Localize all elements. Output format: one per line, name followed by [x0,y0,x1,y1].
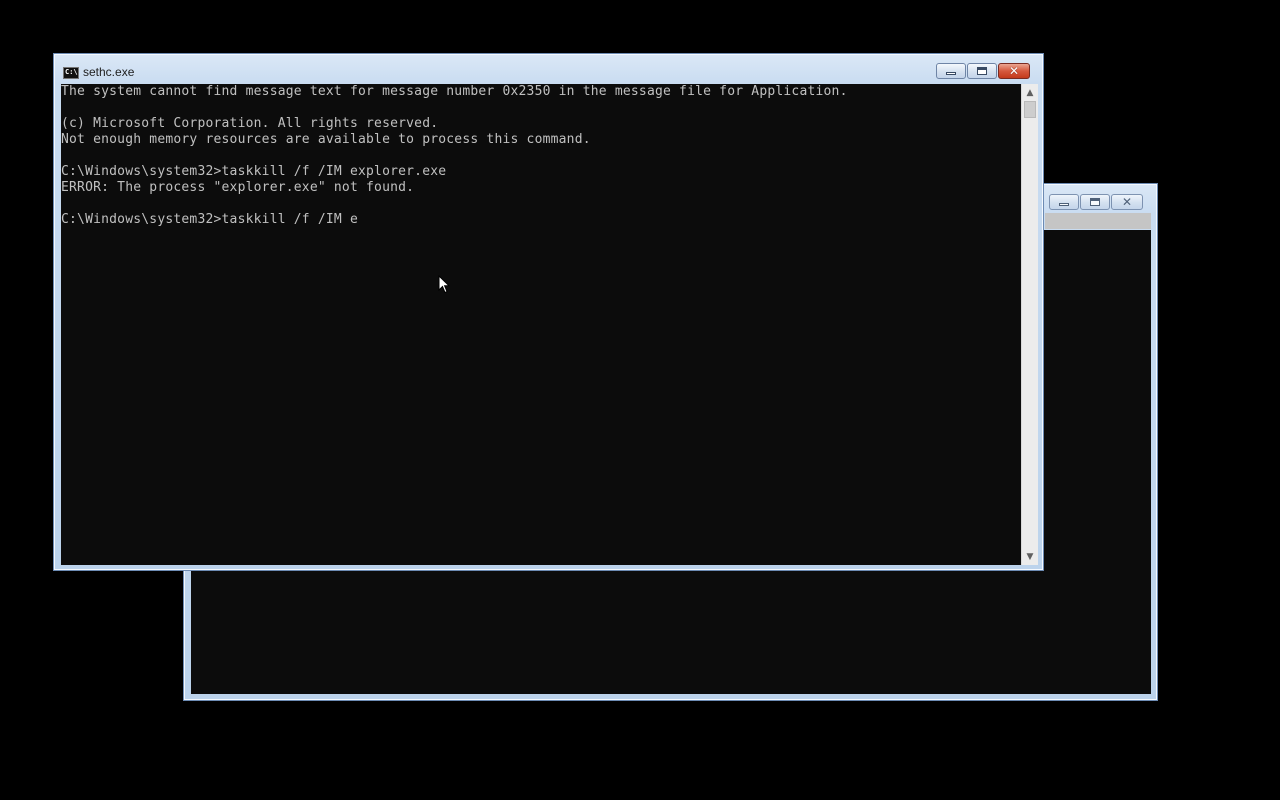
background-close-button[interactable]: ✕ [1111,194,1143,210]
maximize-icon [1090,198,1100,206]
mouse-pointer-icon [438,275,450,294]
close-button[interactable]: ✕ [998,63,1030,79]
console-text: The system cannot find message text for … [61,84,1021,228]
minimize-icon [1059,203,1069,206]
background-window-menu-strip [1045,213,1151,229]
minimize-button[interactable] [936,63,966,79]
sethc-console-window[interactable]: C:\ sethc.exe ✕ The system cannot find m… [53,53,1044,571]
background-minimize-button[interactable] [1049,194,1079,210]
console-line: The system cannot find message text for … [61,84,848,99]
maximize-icon [977,67,987,75]
console-input-line[interactable]: C:\Windows\system32>taskkill /f /IM e [61,212,1021,228]
background-window-caption-buttons: ✕ [1049,194,1143,210]
scrollbar-thumb[interactable] [1024,101,1036,118]
close-icon: ✕ [1008,64,1020,78]
console-line: Not enough memory resources are availabl… [61,132,591,147]
window-title: sethc.exe [83,65,135,79]
scroll-up-icon[interactable]: ▲ [1022,84,1038,101]
scroll-down-icon[interactable]: ▼ [1022,548,1038,565]
console-line: C:\Windows\system32>taskkill /f /IM expl… [61,164,447,179]
console-line: ERROR: The process "explorer.exe" not fo… [61,180,415,195]
console-line: (c) Microsoft Corporation. All rights re… [61,116,439,131]
console-app-icon: C:\ [63,67,79,79]
close-icon: ✕ [1121,195,1133,209]
console-output-area[interactable]: The system cannot find message text for … [61,84,1021,565]
minimize-icon [946,72,956,75]
vertical-scrollbar[interactable]: ▲ ▼ [1021,84,1038,565]
maximize-button[interactable] [967,63,997,79]
caption-buttons: ✕ [936,63,1030,79]
background-maximize-button[interactable] [1080,194,1110,210]
